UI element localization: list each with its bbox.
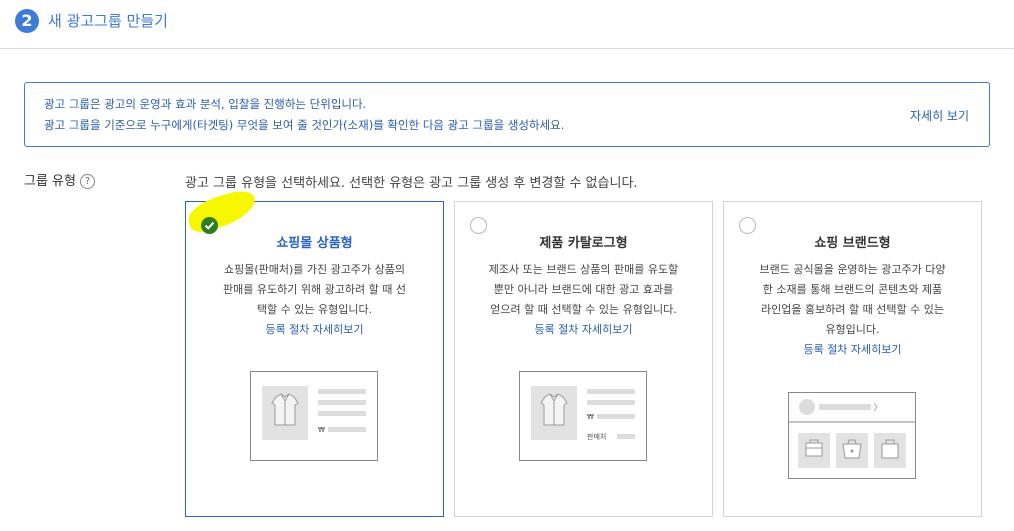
card-description: 제조사 또는 브랜드 상품의 판매를 유도할 뿐만 아니라 브랜드에 대한 광고… (477, 260, 690, 340)
info-box: 광고 그룹은 광고의 운영과 효과 분석, 입찰을 진행하는 단위입니다. 광고… (24, 82, 990, 147)
seller-label: 판매처 (587, 432, 606, 441)
card-shopping-mall-product[interactable]: 쇼핑몰 상품형 쇼핑몰(판매처)를 가진 광고주가 상품의 판매를 유도하기 위… (184, 185, 444, 517)
info-line-2: 광고 그룹을 기준으로 누구에게(타겟팅) 무엇을 보여 줄 것인가(소재)를 … (44, 118, 565, 132)
product-illustration: ₩ (250, 371, 378, 461)
group-type-instruction: 광고 그룹 유형을 선택하세요. 선택한 유형은 광고 그룹 생성 후 변경할 … (185, 176, 638, 191)
brand-illustration (788, 392, 916, 479)
card-title: 제품 카탈로그형 (539, 236, 628, 251)
card-shopping-brand[interactable]: 쇼핑 브랜드형 브랜드 공식몰을 운영하는 광고주가 다양 한 소재를 통해 브… (723, 201, 982, 517)
card-description: 쇼핑몰(판매처)를 가진 광고주가 상품의 판매를 유도하기 위해 광고하려 할… (208, 260, 421, 340)
card-title: 쇼핑몰 상품형 (276, 236, 353, 251)
price-symbol: ₩ (587, 413, 594, 421)
catalog-illustration: ₩ 판매처 (519, 371, 647, 461)
registration-guide-link[interactable]: 등록 절차 자세히보기 (746, 340, 959, 360)
question-circle-icon[interactable]: ? (79, 174, 95, 189)
card-product-catalog[interactable]: 제품 카탈로그형 제조사 또는 브랜드 상품의 판매를 유도할 뿐만 아니라 브… (454, 201, 713, 517)
group-type-label-container: 그룹 유형? (24, 170, 95, 189)
registration-guide-link[interactable]: 등록 절차 자세히보기 (208, 320, 421, 340)
price-symbol: ₩ (318, 426, 325, 434)
card-description: 브랜드 공식몰을 운영하는 광고주가 다양 한 소재를 통해 브랜드의 콘텐츠와… (746, 260, 959, 360)
step-badge: 2 (15, 9, 39, 33)
highlight-mark (184, 185, 260, 237)
registration-guide-link[interactable]: 등록 절차 자세히보기 (477, 320, 690, 340)
group-type-label: 그룹 유형 (24, 174, 76, 189)
info-line-1: 광고 그룹은 광고의 운영과 효과 분석, 입찰을 진행하는 단위입니다. (44, 97, 367, 111)
page-header: 2 새 광고그룹 만들기 (0, 0, 1014, 49)
page-title: 새 광고그룹 만들기 (48, 12, 168, 30)
card-title: 쇼핑 브랜드형 (814, 236, 891, 251)
more-info-link[interactable]: 자세히 보기 (910, 107, 969, 124)
